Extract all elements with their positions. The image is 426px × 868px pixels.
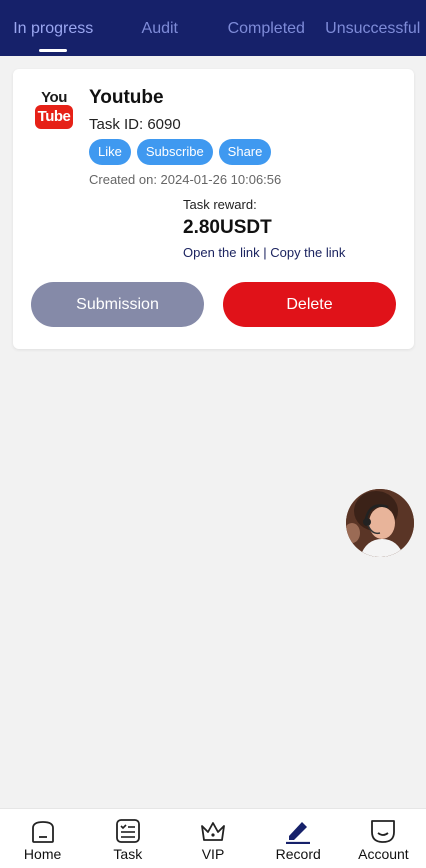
tab-label: Audit: [141, 20, 178, 37]
home-icon: [31, 821, 54, 843]
logo-text-bottom: Tube: [35, 105, 73, 129]
agent-photo-icon: [346, 489, 414, 557]
submission-button[interactable]: Submission: [31, 282, 204, 327]
tab-in-progress[interactable]: In progress: [0, 0, 107, 56]
crown-icon: [201, 822, 225, 841]
nav-account-label: Account: [358, 846, 409, 862]
nav-task-label: Task: [113, 846, 143, 862]
nav-account[interactable]: Account: [341, 809, 426, 868]
pen-icon: [286, 822, 311, 844]
link-actions: Open the link | Copy the link: [183, 245, 345, 260]
task-title: Youtube: [89, 87, 164, 108]
nav-record-label: Record: [275, 846, 321, 862]
tab-completed[interactable]: Completed: [213, 0, 320, 56]
tab-unsuccessful[interactable]: Unsuccessful: [320, 0, 426, 56]
bottom-navigation: Home Task VIP Record Account: [0, 808, 426, 868]
delete-button[interactable]: Delete: [223, 282, 396, 327]
nav-vip-label: VIP: [201, 846, 225, 862]
nav-home[interactable]: Home: [0, 809, 85, 868]
task-id: Task ID: 6090: [89, 116, 181, 133]
tab-label: In progress: [13, 20, 94, 37]
nav-vip[interactable]: VIP: [170, 809, 255, 868]
reward-label: Task reward:: [183, 197, 257, 212]
nav-task[interactable]: Task: [85, 809, 170, 868]
tag-share: Share: [218, 139, 272, 165]
task-action-tags: Like Subscribe Share: [89, 139, 272, 165]
tab-label: Unsuccessful: [325, 20, 421, 37]
logo-text-top: You: [41, 89, 67, 106]
tag-subscribe: Subscribe: [136, 139, 213, 165]
status-tabs: In progress Audit Completed Unsuccessful: [0, 0, 426, 56]
tag-like: Like: [89, 139, 131, 165]
youtube-logo-icon: You Tube: [35, 89, 73, 131]
nav-home-label: Home: [23, 846, 62, 862]
active-tab-indicator: [39, 49, 68, 52]
nav-record[interactable]: Record: [256, 809, 341, 868]
open-link[interactable]: Open the link: [183, 245, 260, 260]
link-separator: |: [259, 245, 271, 260]
copy-link[interactable]: Copy the link: [270, 245, 345, 260]
support-agent-avatar[interactable]: [346, 489, 414, 557]
task-card: You Tube Youtube Task ID: 6090 Like Subs…: [13, 69, 414, 349]
tab-audit[interactable]: Audit: [107, 0, 214, 56]
reward-value: 2.80USDT: [183, 217, 272, 238]
tab-label: Completed: [227, 20, 305, 37]
task-icon: [115, 819, 140, 843]
created-date: Created on: 2024-01-26 10:06:56: [89, 172, 282, 187]
account-icon: [371, 820, 396, 843]
